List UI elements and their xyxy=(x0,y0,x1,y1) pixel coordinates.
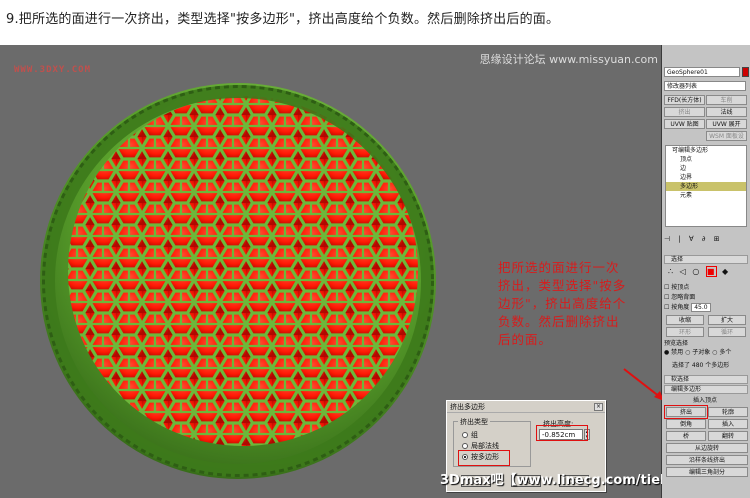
dialog-title: 挤出多边形 xyxy=(447,401,605,413)
flip-button[interactable]: 翻转 xyxy=(708,431,748,441)
outline-button[interactable]: 轮廓 xyxy=(708,407,748,417)
ignore-backface-checkbox[interactable]: ☐ 忽略背面 xyxy=(664,293,695,303)
uvw-unwrap-button[interactable]: UVW 展开 xyxy=(706,119,747,129)
stack-item[interactable]: 可编辑多边形 xyxy=(666,146,746,155)
ring-button[interactable]: 环形 xyxy=(666,327,704,337)
option-highlight-box xyxy=(458,450,510,466)
ffd-box-button[interactable]: FFD(长方体) xyxy=(664,95,705,105)
soft-selection-rollout-header[interactable]: 软选择 xyxy=(664,375,748,384)
extrude-highlight-box xyxy=(664,405,708,419)
object-name-field[interactable]: GeoSphere01 xyxy=(664,67,740,77)
selection-count: 选择了 480 个多边形 xyxy=(672,362,730,369)
edit-triangulation-button[interactable]: 编辑三角剖分 xyxy=(666,467,748,477)
stack-item[interactable]: 边 xyxy=(666,164,746,173)
modifier-stack[interactable]: 可编辑多边形 顶点 边 边界 多边形 元素 xyxy=(665,145,747,227)
max-screenshot: WWW.3DXY.COM 把所选的面进行一次挤出，类型选择"按多边形"，挤出高度… xyxy=(0,45,750,498)
bevel-button[interactable]: 倒角 xyxy=(666,419,706,429)
shrink-button[interactable]: 收缩 xyxy=(666,315,704,325)
hinge-from-edge-button[interactable]: 从边旋转 xyxy=(666,443,748,453)
stack-item[interactable]: 顶点 xyxy=(666,155,746,164)
inset-button[interactable]: 插入 xyxy=(708,419,748,429)
stack-item[interactable]: 边界 xyxy=(666,173,746,182)
stack-item-selected[interactable]: 多边形 xyxy=(666,182,746,191)
extrude-modifier-button[interactable]: 挤出 xyxy=(664,107,705,117)
subobject-icons[interactable]: ∴ ◁ ○ ■ ◆ xyxy=(668,266,746,279)
by-vertex-checkbox[interactable]: ☐ 按顶点 xyxy=(664,283,689,293)
annotation-note: 把所选的面进行一次挤出，类型选择"按多边形"，挤出高度给个负数。然后删除挤出后的… xyxy=(498,260,627,347)
selection-rollout-header[interactable]: 选择 xyxy=(664,255,748,264)
uvw-map-button[interactable]: UVW 贴图 xyxy=(664,119,705,129)
modifier-list-dropdown[interactable]: 修改器列表 xyxy=(664,81,746,91)
grow-button[interactable]: 扩大 xyxy=(708,315,746,325)
bridge-button[interactable]: 桥 xyxy=(666,431,706,441)
radio-group[interactable]: 组 xyxy=(462,430,478,440)
command-panel: GeoSphere01 修改器列表 FFD(长方体) 车削 挤出 法线 UVW … xyxy=(662,45,750,498)
by-angle-checkbox[interactable]: ☐ 按角度 45.0 xyxy=(664,303,711,313)
extrude-along-spline-button[interactable]: 沿样条线挤出 xyxy=(666,455,748,465)
normal-modifier-button[interactable]: 法线 xyxy=(706,107,747,117)
height-highlight-box xyxy=(536,425,588,441)
stack-item[interactable]: 元素 xyxy=(666,191,746,200)
perspective-viewport[interactable]: WWW.3DXY.COM 把所选的面进行一次挤出，类型选择"按多边形"，挤出高度… xyxy=(0,45,732,498)
top-watermark: 思缘设计论坛 www.missyuan.com xyxy=(479,53,658,66)
step-title: 9.把所选的面进行一次挤出，类型选择"按多边形"，挤出高度给个负数。然后删除挤出… xyxy=(6,12,560,27)
loop-button[interactable]: 循环 xyxy=(708,327,746,337)
extrude-type-label: 挤出类型 xyxy=(458,417,490,427)
lathe-button[interactable]: 车削 xyxy=(706,95,747,105)
angle-field[interactable]: 45.0 xyxy=(691,303,711,312)
close-icon[interactable]: × xyxy=(594,403,603,411)
edit-polygons-rollout-header[interactable]: 编辑多边形 xyxy=(664,385,748,394)
object-color-swatch[interactable] xyxy=(742,67,749,77)
preview-options[interactable]: ● 禁用 ○ 子对象 ○ 多个 xyxy=(664,348,731,358)
geosphere-model xyxy=(40,83,436,479)
stack-tools-icons[interactable]: ⊣ | ∀ ∂ ⊞ xyxy=(664,235,748,247)
wsm-panel-button[interactable]: WSM 面板设 xyxy=(706,131,747,141)
